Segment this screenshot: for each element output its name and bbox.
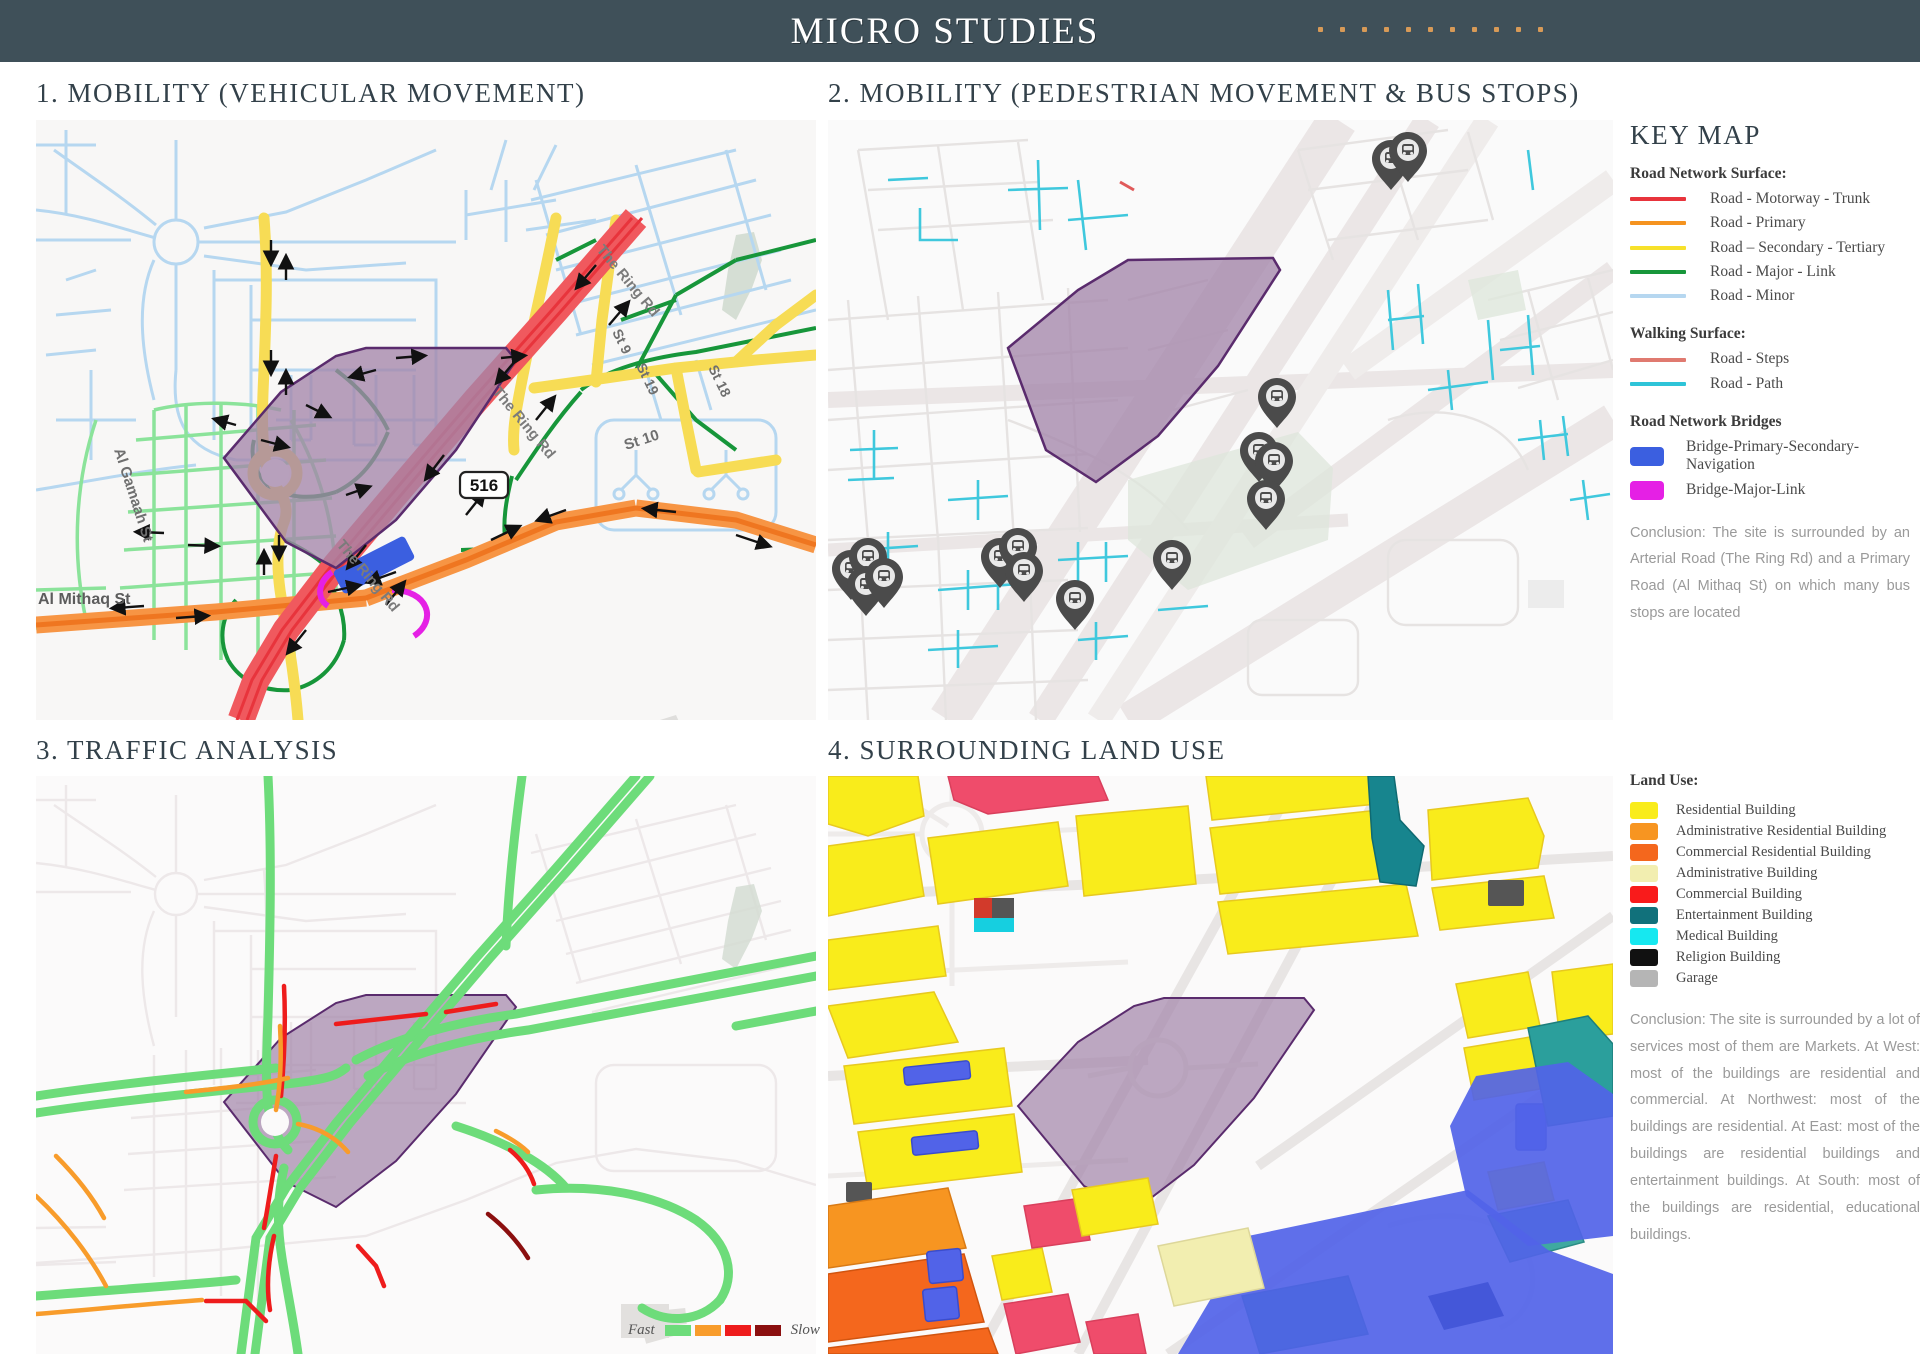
legend-label: Road - Primary [1710, 214, 1806, 232]
legend-label: Bridge-Major-Link [1686, 480, 1806, 498]
dot-icon [1384, 27, 1389, 32]
key-map-title: KEY MAP [1630, 120, 1761, 150]
speed-slow-label: Slow [790, 1322, 820, 1338]
dot-icon [1428, 27, 1433, 32]
speed-swatch-slow [754, 1325, 781, 1336]
legend-label: Road - Steps [1710, 350, 1790, 368]
legend-label: Commercial Residential Building [1676, 844, 1871, 860]
legend-label: Road – Secondary - Tertiary [1710, 238, 1886, 256]
legend-spacer [1630, 399, 1910, 413]
legend-heading-road-network-surface: Road Network Surface: [1630, 165, 1787, 182]
legend-item-administrative-residential-building: Administrative Residential Building [1630, 823, 1920, 840]
land-use-legend: Land Use: Residential Building Administr… [1630, 772, 1920, 1248]
swatch-primary [1630, 221, 1686, 226]
swatch-commercial-building [1630, 886, 1658, 903]
legend-label: Administrative Residential Building [1676, 823, 1887, 839]
legend-spacer [1630, 311, 1910, 325]
label-al-mithaq: Al Mithaq St [38, 591, 131, 608]
dot-icon [1538, 27, 1543, 32]
swatch-medical-building [1630, 928, 1658, 945]
swatch-administrative-building [1630, 865, 1658, 882]
swatch-religion-building [1630, 949, 1658, 966]
speed-swatch-congested [724, 1325, 751, 1336]
svg-text:516: 516 [470, 476, 498, 495]
legend-item-secondary-tertiary: Road – Secondary - Tertiary [1630, 239, 1910, 257]
legend-label: Road - Path [1710, 374, 1784, 392]
dot-icon [1318, 27, 1323, 32]
speed-swatch-medium [694, 1325, 721, 1336]
legend-item-commercial-residential-building: Commercial Residential Building [1630, 844, 1920, 861]
legend-item-commercial-building: Commercial Building [1630, 886, 1920, 903]
swatch-path [1630, 381, 1686, 386]
legend-item-entertainment-building: Entertainment Building [1630, 907, 1920, 924]
panel-2-title: 2. MOBILITY (PEDESTRIAN MOVEMENT & BUS S… [828, 78, 1580, 108]
page-header: MICRO STUDIES [0, 0, 1920, 62]
legend-item-major-link: Road - Major - Link [1630, 263, 1910, 281]
dot-icon [1450, 27, 1455, 32]
legend-label: Bridge-Primary-Secondary-Navigation [1686, 437, 1860, 474]
map-land-use[interactable] [828, 776, 1613, 1354]
dot-icon [1494, 27, 1499, 32]
panel-4-title: 4. SURROUNDING LAND USE [828, 735, 1226, 765]
dot-icon [1406, 27, 1411, 32]
legend-item-minor: Road - Minor [1630, 287, 1910, 305]
land-use-conclusion-text: Conclusion: The site is surrounded by a … [1630, 1012, 1920, 1243]
dot-icon [1340, 27, 1345, 32]
dot-icon [1362, 27, 1367, 32]
page-title: MICRO STUDIES [790, 10, 1100, 52]
swatch-bridge-major-link [1630, 480, 1664, 500]
legend-item-garage: Garage [1630, 970, 1920, 987]
legend-item-path: Road - Path [1630, 375, 1910, 393]
swatch-garage [1630, 970, 1658, 987]
speed-swatch-fast [664, 1325, 691, 1336]
swatch-steps [1630, 357, 1686, 362]
swatch-entertainment-building [1630, 907, 1658, 924]
legend-label: Road - Major - Link [1710, 262, 1836, 280]
swatch-minor [1630, 294, 1686, 299]
legend-heading-road-network-bridges: Road Network Bridges [1630, 412, 1782, 430]
swatch-residential-building [1630, 802, 1658, 819]
panel-3-title: 3. TRAFFIC ANALYSIS [36, 735, 339, 765]
traffic-speed-legend: Fast Slow [622, 1322, 826, 1339]
mobility-conclusion-text: Conclusion: The site is surrounded by an… [1630, 524, 1910, 621]
legend-item-steps: Road - Steps [1630, 350, 1910, 368]
legend-label: Religion Building [1676, 949, 1781, 965]
dot-icon [1472, 27, 1477, 32]
legend-label: Commercial Building [1676, 886, 1803, 902]
legend-label: Road - Minor [1710, 287, 1795, 305]
legend-label: Residential Building [1676, 802, 1796, 818]
legend-item-primary: Road - Primary [1630, 214, 1910, 232]
swatch-bridge-primary-secondary-navigation [1630, 446, 1664, 466]
legend-item-bridge-primary-secondary-navigation: Bridge-Primary-Secondary-Navigation [1630, 438, 1910, 475]
swatch-major-link [1630, 269, 1686, 274]
legend-item-religion-building: Religion Building [1630, 949, 1920, 966]
swatch-administrative-residential-building [1630, 823, 1658, 840]
legend-item-bridge-major-link: Bridge-Major-Link [1630, 480, 1910, 500]
map-traffic-analysis[interactable] [36, 776, 816, 1354]
legend-label: Administrative Building [1676, 865, 1818, 881]
legend-label: Medical Building [1676, 928, 1778, 944]
header-dot-decoration [1318, 27, 1543, 32]
speed-fast-label: Fast [628, 1322, 655, 1338]
panel-1-title: 1. MOBILITY (VEHICULAR MOVEMENT) [36, 78, 586, 108]
legend-item-medical-building: Medical Building [1630, 928, 1920, 945]
legend-item-motorway-trunk: Road - Motorway - Trunk [1630, 190, 1910, 208]
key-map-legend: KEY MAP Road Network Surface: Road - Mot… [1630, 120, 1910, 627]
legend-label: Entertainment Building [1676, 907, 1813, 923]
map-pedestrian-bus-stops[interactable] [828, 120, 1613, 720]
dot-icon [1516, 27, 1521, 32]
highway-shield-516: 516 [458, 470, 510, 500]
legend-heading-walking-surface: Walking Surface: [1630, 325, 1746, 343]
legend-item-administrative-building: Administrative Building [1630, 865, 1920, 882]
legend-label: Road - Motorway - Trunk [1710, 190, 1871, 207]
legend-item-residential-building: Residential Building [1630, 802, 1920, 819]
swatch-commercial-residential-building [1630, 844, 1658, 861]
legend-label: Garage [1676, 970, 1718, 986]
map-vehicular-movement[interactable]: The Ring Rd The Ring Rd The Ring Rd Al G… [36, 120, 816, 720]
swatch-motorway-trunk [1630, 197, 1686, 202]
swatch-secondary-tertiary [1630, 245, 1686, 250]
legend-heading-land-use: Land Use: [1630, 772, 1699, 789]
